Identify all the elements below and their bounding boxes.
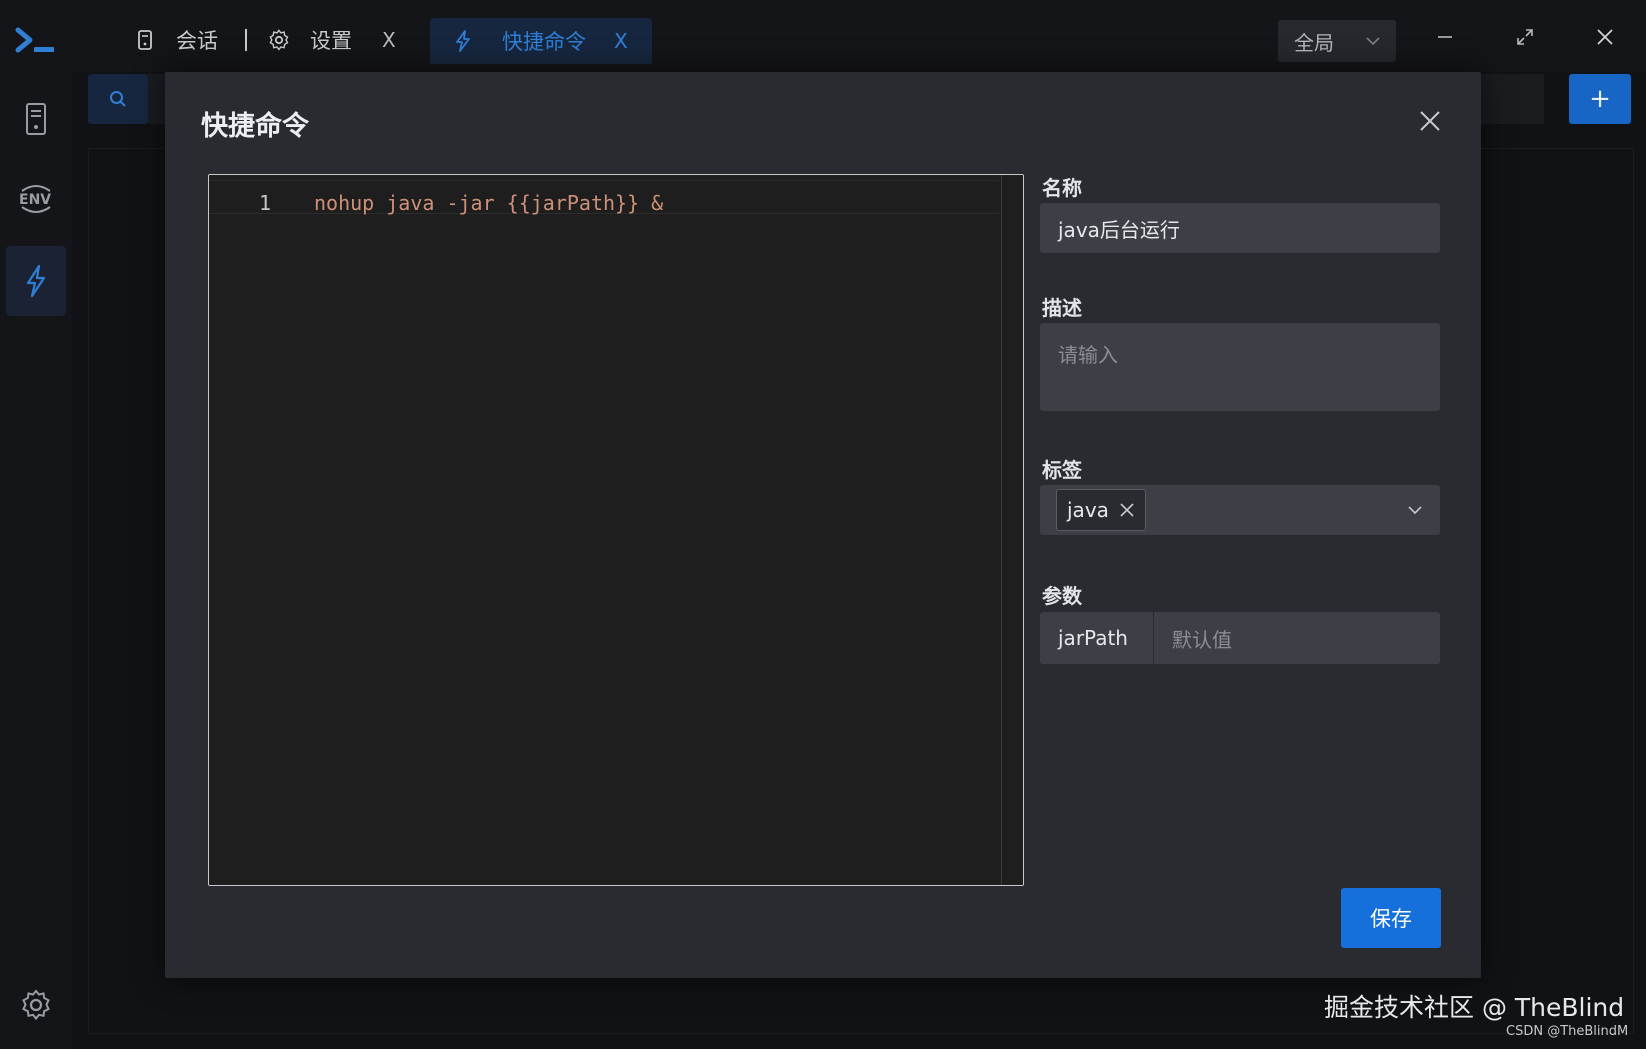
dialog-title: 快捷命令: [201, 111, 309, 142]
close-tab-icon[interactable]: X: [614, 29, 628, 53]
lightning-icon: [26, 264, 46, 298]
gear-icon: [268, 29, 290, 51]
sidebar-item-env[interactable]: ENV: [6, 164, 66, 234]
tab-label: 设置: [310, 29, 352, 53]
name-label: 名称: [1042, 176, 1082, 200]
svg-text:ENV: ENV: [19, 192, 51, 208]
scope-select[interactable]: 全局: [1278, 20, 1396, 62]
param-row: jarPath 默认值: [1040, 612, 1440, 664]
tab-settings[interactable]: 设置 X: [268, 18, 396, 62]
params-label: 参数: [1042, 584, 1082, 608]
name-input[interactable]: java后台运行: [1040, 203, 1440, 253]
minimize-button[interactable]: [1430, 22, 1460, 52]
param-default-input[interactable]: 默认值: [1154, 612, 1440, 664]
maximize-button[interactable]: [1510, 22, 1540, 52]
command-editor[interactable]: 1 nohup java -jar {{jarPath}} &: [208, 174, 1024, 886]
app-window: 会话 设置 X 快捷命令 X 全局 ENV + 快捷命令 1 nohup jav…: [0, 0, 1646, 1049]
description-textarea[interactable]: 请输入: [1040, 323, 1440, 411]
tab-session[interactable]: 会话: [134, 18, 218, 62]
editor-scrollbar[interactable]: [1001, 175, 1023, 885]
terminal-logo-icon: [15, 27, 54, 53]
description-placeholder: 请输入: [1058, 343, 1118, 367]
name-input-value: java后台运行: [1058, 217, 1180, 242]
param-default-placeholder: 默认值: [1172, 627, 1232, 652]
scope-select-value: 全局: [1294, 30, 1334, 55]
quick-command-dialog: 快捷命令 1 nohup java -jar {{jarPath}} & 名称 …: [165, 72, 1481, 978]
chevron-down-icon: [1408, 506, 1422, 515]
sidebar-item-hosts[interactable]: [6, 84, 66, 154]
watermark: 掘金技术社区 @ TheBlind: [1324, 993, 1625, 1022]
tag-chip: java: [1056, 489, 1146, 531]
tab-divider: [245, 29, 247, 51]
search-button[interactable]: [88, 74, 148, 124]
close-window-button[interactable]: [1590, 22, 1620, 52]
title-bar: 会话 设置 X 快捷命令 X 全局: [0, 0, 1646, 72]
close-icon: [1597, 29, 1613, 45]
tab-quick-commands[interactable]: 快捷命令 X: [430, 18, 652, 64]
tag-chip-label: java: [1067, 498, 1109, 522]
param-name: jarPath: [1040, 612, 1154, 664]
sidebar-item-settings[interactable]: [6, 970, 66, 1040]
maximize-icon: [1517, 29, 1533, 45]
watermark-sub: CSDN @TheBlindM: [1506, 1024, 1629, 1039]
save-button[interactable]: 保存: [1341, 888, 1441, 948]
chevron-down-icon: [1366, 37, 1380, 46]
server-icon: [134, 29, 156, 51]
minimize-icon: [1438, 36, 1452, 38]
close-tab-icon[interactable]: X: [382, 28, 396, 52]
server-icon: [26, 103, 46, 135]
tags-label: 标签: [1042, 458, 1082, 482]
sidebar: ENV: [0, 72, 72, 1049]
tab-label: 会话: [176, 29, 218, 53]
lightning-icon: [452, 30, 474, 52]
tags-select[interactable]: java: [1040, 485, 1440, 535]
close-icon[interactable]: [1417, 108, 1443, 134]
remove-tag-icon[interactable]: [1119, 502, 1135, 518]
env-icon: ENV: [19, 185, 51, 213]
tab-label: 快捷命令: [502, 30, 586, 54]
add-command-button[interactable]: +: [1569, 74, 1631, 124]
description-label: 描述: [1042, 296, 1082, 320]
sidebar-item-quick-commands[interactable]: [6, 246, 66, 316]
search-icon: [110, 91, 126, 107]
code-line[interactable]: nohup java -jar {{jarPath}} &: [314, 191, 663, 215]
line-number: 1: [259, 191, 272, 215]
gear-icon: [22, 989, 50, 1021]
